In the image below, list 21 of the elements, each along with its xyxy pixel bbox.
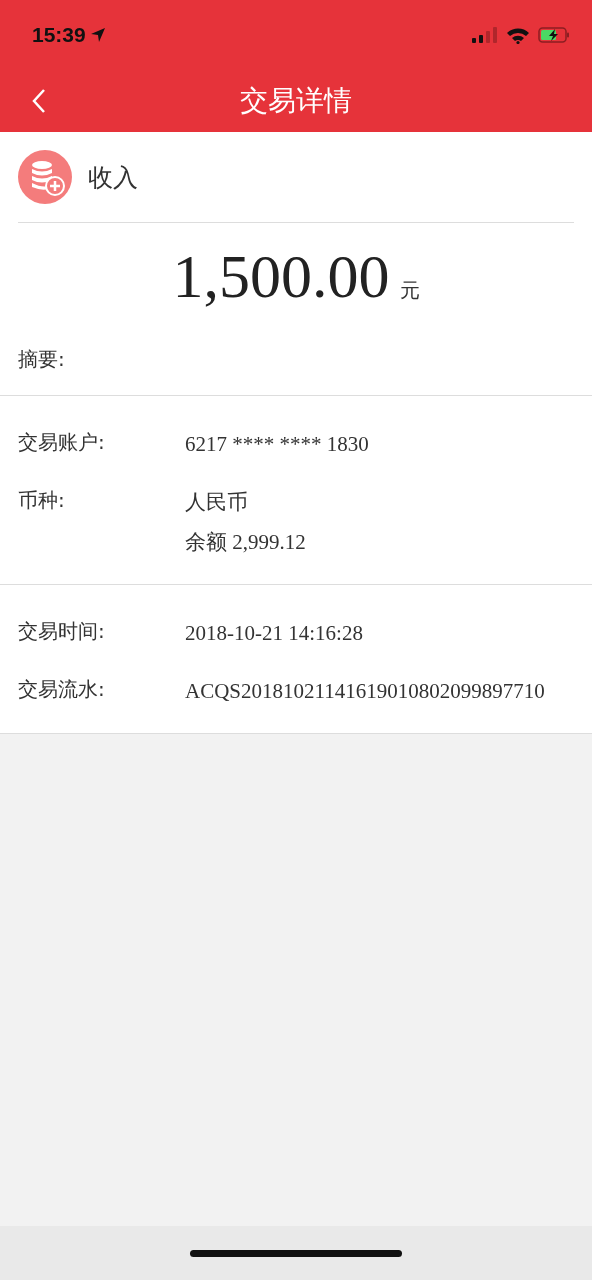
field-value: 2018-10-21 14:16:28 [185,620,364,647]
field-value: 人民币 [185,489,249,516]
currency-unit: 元 [399,277,420,304]
field-label: 交易流水: [18,676,106,703]
field-label: 交易账户: [18,429,106,456]
amount: 1,500.00 [172,241,390,312]
coins-plus-icon [18,150,72,204]
status-time: 15:39 [32,23,86,47]
field-value: 6217 **** **** 1830 [185,431,370,458]
page-title: 交易详情 [240,83,352,119]
memo-label: 摘要: [18,347,65,371]
location-arrow-icon [89,27,106,43]
wifi-icon [506,26,530,44]
battery-charging-icon [538,27,570,43]
field-value: ACQS20181021141619010802099897710 [185,678,546,705]
signal-icon [472,27,498,43]
field-label: 币种: [18,487,66,514]
field-value: 余额 2,999.12 [185,529,307,556]
field-label: 交易时间: [18,618,106,645]
transaction-type: 收入 [88,161,138,194]
chevron-left-icon [32,88,46,114]
